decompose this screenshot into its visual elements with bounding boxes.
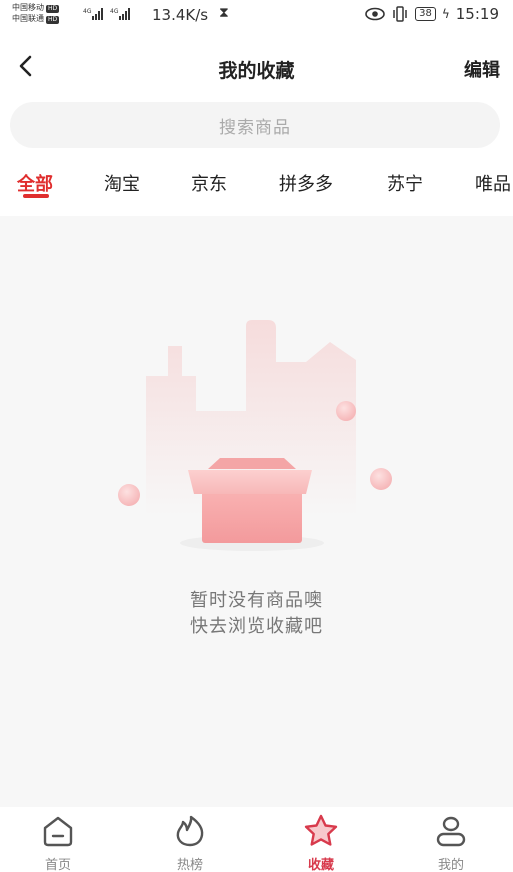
nav-home-label: 首页 <box>44 858 71 872</box>
bottom-nav: 首页 热榜 收藏 我的 <box>0 807 513 872</box>
tab-all[interactable]: 全部 <box>17 170 53 196</box>
empty-box-illustration <box>118 320 392 551</box>
flame-icon <box>176 815 204 847</box>
search-input[interactable]: 搜索商品 <box>10 102 500 148</box>
platform-tabs: 全部 淘宝 京东 拼多多 苏宁 唯品 <box>0 160 513 210</box>
tab-pinduoduo[interactable]: 拼多多 <box>279 170 333 196</box>
carrier-2-label: 中国联通 <box>12 14 44 23</box>
person-icon <box>436 816 466 847</box>
nav-profile-label: 我的 <box>437 858 464 872</box>
nav-hot-label: 热榜 <box>176 858 203 872</box>
hd-badge: HD <box>46 16 60 24</box>
tab-vipshop[interactable]: 唯品 <box>475 170 511 196</box>
header: 我的收藏 编辑 <box>0 40 513 96</box>
active-tab-indicator <box>23 194 49 198</box>
search-placeholder: 搜索商品 <box>219 117 291 138</box>
svg-text:4G: 4G <box>110 8 119 15</box>
nav-hot[interactable]: 热榜 <box>150 813 230 872</box>
nav-home[interactable]: 首页 <box>18 813 98 872</box>
empty-message-line1: 暂时没有商品噢 <box>190 590 323 611</box>
nav-favorites[interactable]: 收藏 <box>281 813 361 872</box>
tab-suning[interactable]: 苏宁 <box>387 170 423 196</box>
tab-taobao[interactable]: 淘宝 <box>104 170 140 196</box>
status-bar: 中国移动 HD 中国联通 HD 4G 4G 13.4K/s ⧗ 38 ϟ 15:19 <box>0 0 513 30</box>
hourglass-icon: ⧗ <box>219 5 229 21</box>
favorites-list: 暂时没有商品噢 快去浏览收藏吧 <box>0 216 513 807</box>
hd-badge: HD <box>46 5 60 13</box>
home-icon <box>43 816 73 847</box>
network-speed: 13.4K/s <box>152 6 209 24</box>
svg-text:4G: 4G <box>83 8 92 15</box>
signal-icon: 4G 4G <box>83 8 130 20</box>
app-screen: 中国移动 HD 中国联通 HD 4G 4G 13.4K/s ⧗ 38 ϟ 15:19… <box>0 0 513 872</box>
page-title: 我的收藏 <box>218 60 295 82</box>
battery-indicator: 38 <box>415 7 436 21</box>
nav-profile[interactable]: 我的 <box>411 813 491 872</box>
empty-message-line2: 快去浏览收藏吧 <box>190 616 323 637</box>
clock: 15:19 <box>455 5 499 23</box>
carrier-1-label: 中国移动 <box>12 3 44 12</box>
eye-icon <box>365 7 385 21</box>
tab-jd[interactable]: 京东 <box>191 170 227 196</box>
charging-icon: ϟ <box>441 7 450 21</box>
star-icon <box>304 814 338 846</box>
carrier-info: 中国移动 HD 中国联通 HD <box>12 2 60 24</box>
vibrate-icon <box>393 6 407 22</box>
edit-button[interactable]: 编辑 <box>464 56 500 82</box>
nav-favorites-label: 收藏 <box>307 858 334 872</box>
